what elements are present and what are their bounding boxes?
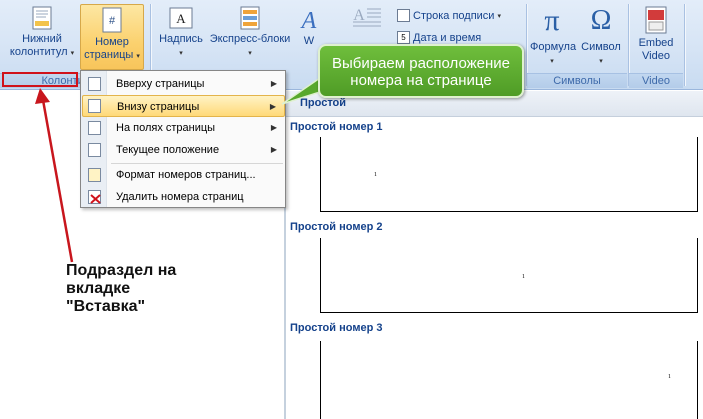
calendar-icon: 5 bbox=[397, 31, 410, 44]
textbox-button[interactable]: A Надпись ▾ bbox=[156, 6, 206, 68]
footer-button-label: Нижний колонтитул bbox=[9, 33, 68, 58]
wordart-button-label: W bbox=[303, 35, 315, 47]
menu-item-bottom-of-page[interactable]: Внизу страницы ▶ bbox=[82, 95, 285, 117]
top-of-page-icon bbox=[88, 77, 101, 91]
word-window: Нижний колонтитул ▾ # Номер страницы ▾ К… bbox=[0, 0, 703, 419]
embed-video-button[interactable]: Embed Video bbox=[632, 6, 680, 68]
menu-item-top-of-page[interactable]: Вверху страницы ▶ bbox=[82, 73, 285, 95]
submenu-arrow-icon: ▶ bbox=[270, 79, 277, 88]
gallery-item-title: Простой номер 1 bbox=[290, 121, 383, 133]
page-number-button[interactable]: # Номер страницы ▾ bbox=[80, 4, 144, 70]
menu-item-label: Вверху страницы bbox=[116, 78, 205, 90]
footer-button[interactable]: Нижний колонтитул ▾ bbox=[6, 6, 78, 68]
submenu-arrow-icon: ▶ bbox=[270, 145, 277, 154]
menu-item-format-page-numbers[interactable]: Формат номеров страниц... bbox=[82, 164, 285, 186]
menu-item-remove-page-numbers[interactable]: Удалить номера страниц bbox=[82, 186, 285, 208]
current-position-icon bbox=[88, 143, 101, 157]
page-number-menu: Вверху страницы ▶ Внизу страницы ▶ На по… bbox=[80, 70, 286, 208]
gallery-item-title: Простой номер 2 bbox=[290, 221, 383, 233]
annotation-text: Подраздел на вкладке "Вставка" bbox=[66, 262, 177, 315]
dropcap-button[interactable]: A bbox=[350, 6, 384, 36]
omega-icon: Ω bbox=[590, 5, 612, 36]
dropcap-icon: A bbox=[352, 6, 382, 30]
group-separator bbox=[684, 4, 685, 86]
pi-icon: π bbox=[544, 4, 560, 37]
embed-video-icon bbox=[644, 6, 668, 34]
menu-item-label: Формат номеров страниц... bbox=[116, 169, 256, 181]
svg-text:#: # bbox=[109, 15, 116, 27]
page-number-sample: 1 bbox=[374, 172, 377, 178]
gallery-item-preview[interactable]: 1 bbox=[320, 238, 698, 313]
menu-item-label: Внизу страницы bbox=[117, 101, 200, 113]
gallery-item-title: Простой номер 3 bbox=[290, 322, 383, 334]
page-number-button-label: Номер страницы bbox=[84, 36, 134, 61]
submenu-arrow-icon: ▶ bbox=[270, 123, 277, 132]
callout-annotation: Выбираем расположение номера на странице bbox=[318, 44, 524, 98]
wordart-icon: A bbox=[296, 6, 322, 34]
bottom-of-page-icon bbox=[88, 99, 101, 113]
formula-button[interactable]: π Формула ▾ bbox=[530, 4, 577, 70]
footer-icon bbox=[32, 6, 52, 30]
quickparts-icon bbox=[240, 6, 260, 30]
header-footer-highlight bbox=[2, 72, 78, 87]
video-group-label: Video bbox=[629, 73, 683, 88]
svg-text:A: A bbox=[176, 11, 186, 26]
page-number-icon: # bbox=[101, 7, 123, 33]
menu-item-label: На полях страницы bbox=[116, 122, 216, 134]
page-margins-icon bbox=[88, 121, 101, 135]
gallery-item-preview[interactable]: 1 bbox=[320, 341, 698, 419]
menu-item-label: Текущее положение bbox=[116, 144, 220, 156]
signature-line-label: Строка подписи bbox=[413, 9, 495, 22]
page-number-gallery[interactable]: Простой Простой номер 1 1 Простой номер … bbox=[286, 91, 703, 419]
submenu-arrow-icon: ▶ bbox=[269, 102, 276, 111]
datetime-button[interactable]: 5 Дата и время bbox=[397, 31, 481, 44]
svg-text:A: A bbox=[353, 7, 365, 24]
symbol-button-label: Символ bbox=[581, 41, 621, 53]
remove-page-numbers-icon bbox=[88, 190, 101, 204]
signature-icon bbox=[397, 9, 410, 22]
svg-text:A: A bbox=[300, 8, 317, 32]
menu-item-current-position[interactable]: Текущее положение ▶ bbox=[82, 139, 285, 161]
signature-line-button[interactable]: Строка подписи ▾ bbox=[397, 9, 501, 22]
menu-item-label: Удалить номера страниц bbox=[116, 191, 244, 203]
symbols-group-label: Символы bbox=[527, 73, 627, 88]
quickparts-button-label: Экспресс-блоки bbox=[209, 33, 291, 45]
formula-button-label: Формула bbox=[530, 41, 577, 53]
textbox-icon: A bbox=[169, 6, 193, 30]
format-page-numbers-icon bbox=[88, 168, 101, 182]
page-number-sample: 1 bbox=[668, 374, 671, 380]
page-number-sample: 1 bbox=[522, 274, 525, 280]
menu-item-page-margins[interactable]: На полях страницы ▶ bbox=[82, 117, 285, 139]
quickparts-button[interactable]: Экспресс-блоки ▾ bbox=[208, 6, 292, 68]
callout-tail bbox=[281, 77, 320, 105]
textbox-button-label: Надпись bbox=[159, 33, 203, 45]
datetime-label: Дата и время bbox=[413, 31, 482, 44]
embed-video-label: Embed Video bbox=[638, 37, 674, 62]
symbol-button[interactable]: Ω Символ ▾ bbox=[578, 4, 624, 70]
gallery-item-preview[interactable]: 1 bbox=[320, 137, 698, 212]
